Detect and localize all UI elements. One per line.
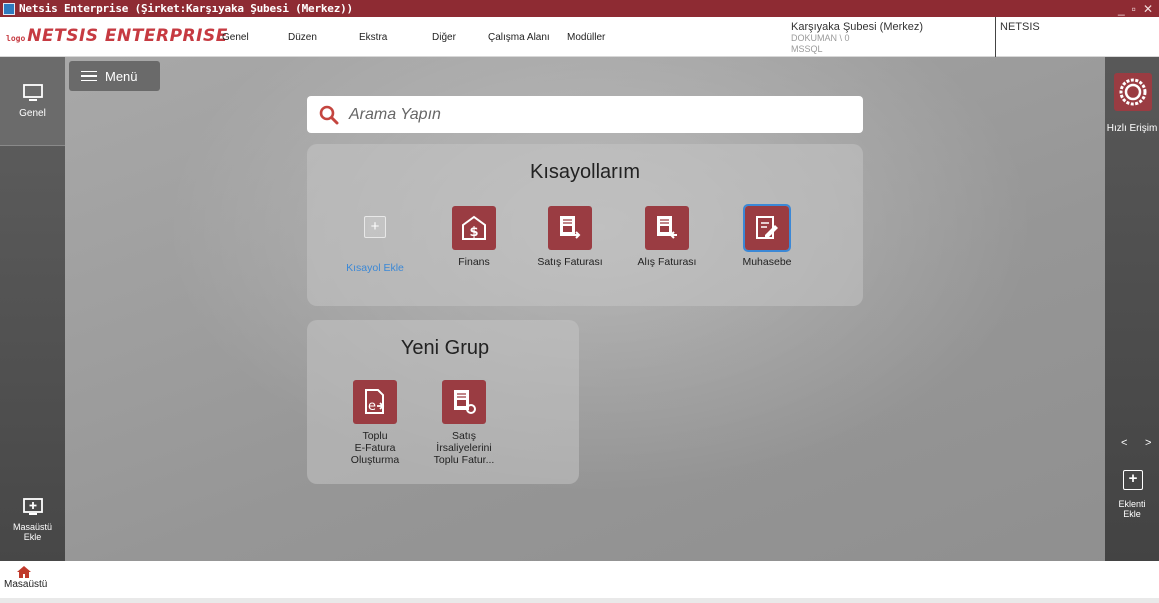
quick-access-icon[interactable] bbox=[1114, 73, 1152, 111]
tile-label: Satış Faturası bbox=[537, 256, 603, 268]
group-title: Kısayollarım bbox=[529, 161, 641, 183]
nav-prev-button[interactable]: < bbox=[1121, 437, 1127, 449]
add-desktop-label-line1: Masaüstü bbox=[12, 522, 53, 532]
monitor-icon bbox=[0, 84, 65, 104]
tile-label: Toplu E-Fatura Oluşturma bbox=[335, 430, 415, 466]
maximize-button[interactable]: ▫ bbox=[1132, 2, 1136, 16]
add-plugin-icon[interactable]: + bbox=[1123, 470, 1143, 490]
dollar-box-icon: $ bbox=[452, 206, 496, 250]
close-button[interactable]: ✕ bbox=[1143, 2, 1153, 16]
bottom-border bbox=[0, 598, 1159, 603]
title-bar: Netsis Enterprise (Şirket:Karşıyaka Şube… bbox=[0, 0, 1159, 17]
left-panel: Genel Masaüstü Ekle bbox=[0, 57, 65, 561]
search-input[interactable]: Arama Yapın bbox=[307, 96, 863, 133]
window-controls: _ ▫ ✕ bbox=[1118, 0, 1153, 17]
menu-diger[interactable]: Diğer bbox=[432, 32, 456, 43]
user-name: NETSIS bbox=[1000, 21, 1040, 33]
home-desktop-button[interactable]: Masaüstü bbox=[4, 566, 47, 590]
search-placeholder: Arama Yapın bbox=[349, 105, 441, 123]
add-shortcut-label: Kısayol Ekle bbox=[346, 262, 404, 274]
tile-label: Satış İrsaliyelerini Toplu Fatur... bbox=[424, 430, 504, 466]
purchase-invoice-icon bbox=[645, 206, 689, 250]
shortcuts-group: Kısayollarım + Kısayol Ekle $ Finans Sat… bbox=[307, 144, 863, 306]
group-title: Yeni Grup bbox=[400, 337, 490, 359]
tile-label-line: E-Fatura bbox=[354, 442, 396, 454]
tile-label-line: Toplu bbox=[362, 430, 388, 442]
shortcut-toplu-efatura[interactable]: e Toplu E-Fatura Oluşturma bbox=[335, 380, 415, 466]
home-icon bbox=[17, 566, 31, 578]
svg-text:$: $ bbox=[469, 225, 478, 240]
accounting-icon bbox=[743, 204, 791, 252]
menu-calisma-alani[interactable]: Çalışma Alanı bbox=[488, 32, 550, 43]
waybill-to-invoice-icon bbox=[442, 380, 486, 424]
shortcut-irsaliye-fatura[interactable]: Satış İrsaliyelerini Toplu Fatur... bbox=[424, 380, 504, 466]
menu-moduller[interactable]: Modüller bbox=[567, 32, 605, 43]
menu-button-label: Menü bbox=[105, 68, 138, 84]
menu-duzen[interactable]: Düzen bbox=[288, 32, 317, 43]
desktop-area: Genel Masaüstü Ekle Menü Arama Yapın Kıs… bbox=[0, 57, 1159, 561]
e-invoice-icon: e bbox=[353, 380, 397, 424]
minimize-button[interactable]: _ bbox=[1118, 2, 1125, 16]
add-desktop-label[interactable]: Masaüstü Ekle bbox=[0, 522, 65, 542]
add-desktop-icon[interactable] bbox=[0, 498, 65, 518]
logo-prefix: logo bbox=[6, 34, 26, 43]
database-name: DOKUMAN \ 0 bbox=[791, 33, 850, 43]
tile-label: Finans bbox=[458, 256, 490, 268]
genel-label: Genel bbox=[19, 108, 46, 119]
tile-label: Alış Faturası bbox=[637, 256, 697, 268]
nav-next-button[interactable]: > bbox=[1145, 437, 1151, 449]
home-label: Masaüstü bbox=[4, 579, 48, 590]
menu-genel[interactable]: Genel bbox=[222, 32, 249, 43]
menu-ekstra[interactable]: Ekstra bbox=[359, 32, 387, 43]
add-plugin-label-line1: Eklenti bbox=[1118, 499, 1146, 509]
add-plugin-label-line2: Ekle bbox=[1123, 509, 1141, 519]
add-shortcut-tile[interactable]: + Kısayol Ekle bbox=[335, 216, 415, 274]
netsis-logo: logo NETSIS ENTERPRISE bbox=[6, 26, 228, 46]
menu-button[interactable]: Menü bbox=[69, 61, 160, 91]
shortcut-finans[interactable]: $ Finans bbox=[434, 206, 514, 268]
genel-desktop-item[interactable]: Genel bbox=[0, 57, 65, 146]
quick-access-label: Hızlı Erişim bbox=[1106, 123, 1158, 134]
taskbar: Masaüstü bbox=[0, 561, 1159, 598]
shortcut-alis-faturasi[interactable]: Alış Faturası bbox=[627, 206, 707, 268]
search-icon bbox=[319, 105, 339, 124]
shortcut-satis-faturasi[interactable]: Satış Faturası bbox=[530, 206, 610, 268]
server-name: MSSQL bbox=[791, 44, 823, 54]
tile-label: Muhasebe bbox=[742, 256, 792, 268]
add-icon: + bbox=[364, 216, 386, 238]
svg-text:e: e bbox=[368, 399, 376, 414]
right-panel: Hızlı Erişim < > + Eklenti Ekle bbox=[1105, 57, 1159, 561]
tile-label-line: Satış bbox=[452, 430, 476, 442]
shortcut-muhasebe[interactable]: Muhasebe bbox=[727, 204, 807, 268]
tile-label-line: Oluşturma bbox=[350, 454, 400, 466]
separator bbox=[995, 17, 996, 57]
company-name: Karşıyaka Şubesi (Merkez) bbox=[791, 21, 924, 33]
hamburger-icon bbox=[81, 68, 97, 85]
yeni-grup-group: Yeni Grup e Toplu E-Fatura Oluşturma Sat… bbox=[307, 320, 579, 484]
menu-bar: logo NETSIS ENTERPRISE Genel Düzen Ekstr… bbox=[0, 17, 1159, 57]
logo-text: NETSIS ENTERPRISE bbox=[27, 26, 228, 46]
tile-label-line: İrsaliyelerini bbox=[436, 442, 492, 454]
app-icon bbox=[3, 2, 15, 15]
add-desktop-label-line2: Ekle bbox=[23, 532, 42, 542]
sales-invoice-icon bbox=[548, 206, 592, 250]
tile-label-line: Toplu Fatur... bbox=[433, 454, 495, 466]
company-info: Karşıyaka Şubesi (Merkez) DOKUMAN \ 0 MS… bbox=[791, 22, 923, 55]
window-title: Netsis Enterprise (Şirket:Karşıyaka Şube… bbox=[19, 2, 353, 15]
add-plugin-label[interactable]: Eklenti Ekle bbox=[1105, 499, 1159, 519]
